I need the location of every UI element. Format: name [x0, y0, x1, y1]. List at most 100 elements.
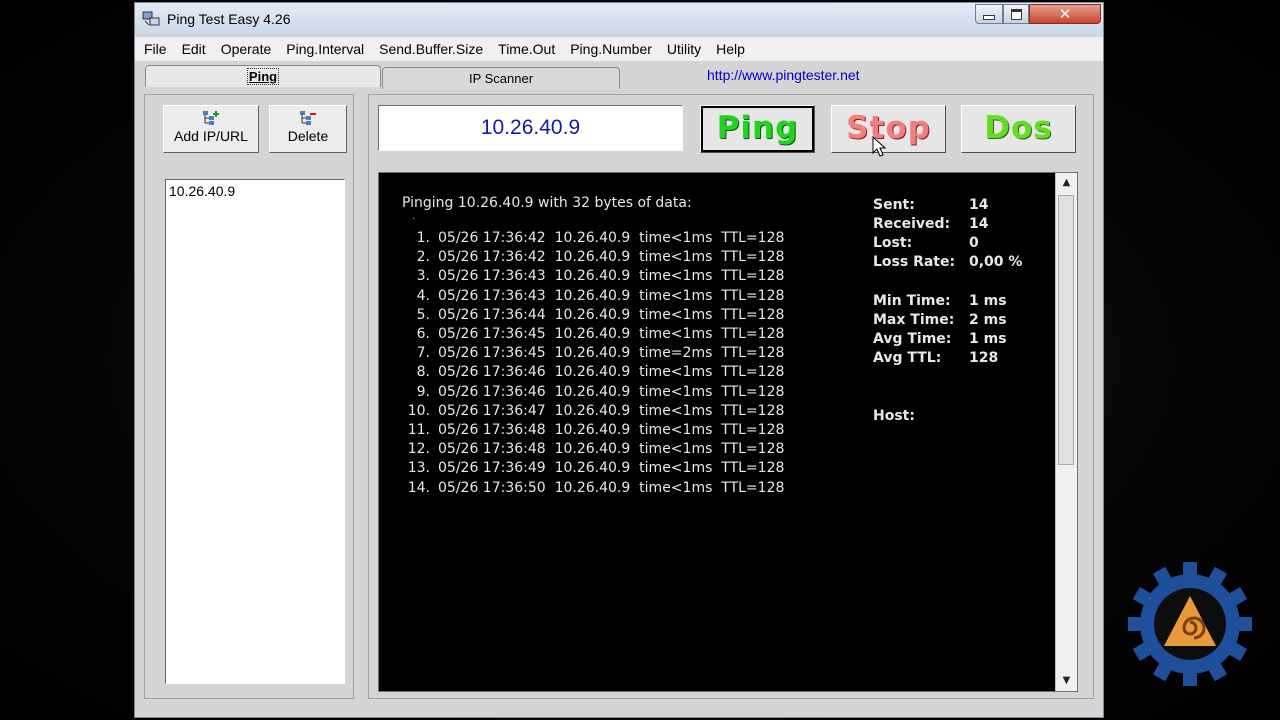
menu-edit[interactable]: Edit — [182, 41, 206, 57]
app-window: Ping Test Easy 4.26 ✕ File Edit Operate … — [134, 2, 1104, 718]
host-label: Host: — [873, 408, 915, 424]
tab-ping-label: Ping — [246, 68, 280, 85]
log-line: 11. 05/26 17:36:48 10.26.40.9 time<1ms TT… — [402, 422, 785, 441]
log-line-text: 05/26 17:36:45 10.26.40.9 time<1ms TTL=1… — [438, 326, 785, 342]
log-line-text: 05/26 17:36:48 10.26.40.9 time<1ms TTL=1… — [438, 422, 785, 438]
log-line: 14. 05/26 17:36:50 10.26.40.9 time<1ms TT… — [402, 479, 785, 499]
log-line: 4. 05/26 17:36:43 10.26.40.9 time<1ms TTL… — [402, 287, 785, 307]
log-line: 10. 05/26 17:36:47 10.26.40.9 time<1ms TT… — [402, 402, 785, 422]
menu-send-buffer-size[interactable]: Send.Buffer.Size — [379, 41, 483, 57]
scroll-down-icon[interactable]: ▼ — [1056, 671, 1077, 691]
min-time-value: 1 ms — [969, 293, 1007, 309]
sent-value: 14 — [969, 197, 989, 213]
log-line-text: 05/26 17:36:48 10.26.40.9 time<1ms TTL=1… — [438, 441, 785, 458]
log-line: 13. 05/26 17:36:49 10.26.40.9 time<1ms TT… — [402, 460, 785, 479]
host-list-panel: Add IP/URL Delete 10.26.40.9 — [144, 94, 354, 699]
log-line-text: 05/26 17:36:44 10.26.40.9 time<1ms TTL=1… — [438, 306, 785, 323]
window-title: Ping Test Easy 4.26 — [167, 11, 291, 27]
log-line-number: 14. — [407, 479, 430, 496]
log-line-text: 05/26 17:36:42 10.26.40.9 time<1ms TTL=1… — [438, 230, 785, 246]
gear-tooth — [1183, 670, 1197, 686]
log-line: 6. 05/26 17:36:45 10.26.40.9 time<1ms TTL… — [402, 326, 785, 345]
close-button[interactable]: ✕ — [1029, 4, 1101, 24]
log-line-number: 7. — [416, 345, 430, 362]
log-line-number: 8. — [416, 364, 430, 381]
scroll-thumb[interactable] — [1058, 195, 1074, 465]
log-line-text: 05/26 17:36:43 10.26.40.9 time<1ms TTL=1… — [438, 287, 785, 304]
tab-ip-scanner[interactable]: IP Scanner — [382, 67, 620, 89]
delete-node-icon — [300, 111, 316, 125]
minimize-button[interactable] — [975, 4, 1003, 24]
menu-file[interactable]: File — [144, 41, 167, 57]
title-bar[interactable]: Ping Test Easy 4.26 ✕ — [135, 3, 1103, 34]
max-time-label: Max Time: — [873, 312, 955, 328]
log-line-number: 2. — [416, 249, 430, 266]
console-scrollbar[interactable]: ▲ ▼ — [1055, 173, 1077, 691]
log-line-number: 4. — [416, 287, 430, 304]
close-icon: ✕ — [1058, 5, 1072, 23]
log-line-number: 12. — [407, 441, 430, 458]
log-line-number: 11. — [407, 422, 430, 438]
add-node-icon — [203, 111, 219, 125]
website-link[interactable]: http://www.pingtester.net — [707, 67, 860, 83]
console-header: Pinging 10.26.40.9 with 32 bytes of data… — [402, 195, 692, 211]
ping-output-console[interactable]: Pinging 10.26.40.9 with 32 bytes of data… — [378, 172, 1078, 692]
maximize-icon — [1010, 8, 1022, 20]
delete-button[interactable]: Delete — [269, 105, 347, 153]
menu-utility[interactable]: Utility — [667, 41, 701, 57]
log-line-text: 05/26 17:36:42 10.26.40.9 time<1ms TTL=1… — [438, 249, 785, 266]
menu-bar: File Edit Operate Ping.Interval Send.Buf… — [135, 37, 1103, 61]
gear-tooth — [1236, 617, 1252, 631]
delete-label: Delete — [287, 128, 329, 144]
log-line: 8. 05/26 17:36:46 10.26.40.9 time<1ms TTL… — [402, 364, 785, 383]
ip-list[interactable]: 10.26.40.9 — [165, 179, 345, 684]
log-line-number: 10. — [407, 402, 430, 419]
list-item[interactable]: 10.26.40.9 — [166, 180, 344, 202]
add-ip-url-button[interactable]: Add IP/URL — [163, 105, 259, 153]
menu-operate[interactable]: Operate — [221, 41, 272, 57]
scroll-up-icon[interactable]: ▲ — [1056, 173, 1077, 193]
log-line-text: 05/26 17:36:50 10.26.40.9 time<1ms TTL=1… — [438, 479, 785, 496]
menu-help[interactable]: Help — [716, 41, 745, 57]
menu-ping-interval[interactable]: Ping.Interval — [286, 41, 364, 57]
log-line-number: 9. — [416, 383, 430, 400]
dos-button[interactable]: Dos — [961, 105, 1076, 153]
minimize-icon — [983, 14, 995, 20]
log-line-text: 05/26 17:36:43 10.26.40.9 time<1ms TTL=1… — [438, 268, 785, 285]
lost-value: 0 — [969, 235, 979, 251]
maximize-button[interactable] — [1003, 4, 1029, 24]
log-line: 5. 05/26 17:36:44 10.26.40.9 time<1ms TTL… — [402, 306, 785, 326]
log-line-number: 13. — [407, 460, 430, 477]
menu-ping-number[interactable]: Ping.Number — [570, 41, 652, 57]
gear-tooth — [1128, 617, 1144, 631]
log-line: 12. 05/26 17:36:48 10.26.40.9 time<1ms TT… — [402, 441, 785, 460]
add-ip-url-label: Add IP/URL — [174, 128, 248, 144]
log-line-text: 05/26 17:36:46 10.26.40.9 time<1ms TTL=1… — [438, 383, 785, 400]
loss-rate-value: 0,00 % — [969, 254, 1023, 270]
menu-time-out[interactable]: Time.Out — [498, 41, 555, 57]
log-line: 1. 05/26 17:36:42 10.26.40.9 time<1ms TTL… — [402, 230, 785, 249]
log-line-text: 05/26 17:36:45 10.26.40.9 time=2ms TTL=1… — [438, 345, 785, 362]
target-ip-field[interactable]: 10.26.40.9 — [378, 105, 683, 151]
received-value: 14 — [969, 216, 989, 232]
console-dot: . — [412, 211, 416, 222]
max-time-value: 2 ms — [969, 312, 1007, 328]
sent-label: Sent: — [873, 197, 915, 213]
log-line: 2. 05/26 17:36:42 10.26.40.9 time<1ms TTL… — [402, 249, 785, 268]
app-network-icon — [142, 11, 160, 26]
log-line: 9. 05/26 17:36:46 10.26.40.9 time<1ms TTL… — [402, 383, 785, 403]
avg-time-label: Avg Time: — [873, 331, 952, 347]
avg-ttl-label: Avg TTL: — [873, 350, 942, 366]
ping-button[interactable]: Ping — [700, 105, 815, 153]
log-line: 3. 05/26 17:36:43 10.26.40.9 time<1ms TTL… — [402, 268, 785, 287]
stop-button[interactable]: Stop — [831, 105, 946, 153]
log-line-number: 3. — [416, 268, 430, 285]
tab-ip-scanner-label: IP Scanner — [468, 71, 534, 86]
min-time-label: Min Time: — [873, 293, 951, 309]
log-line-text: 05/26 17:36:49 10.26.40.9 time<1ms TTL=1… — [438, 460, 785, 477]
log-line-number: 5. — [416, 306, 430, 323]
tab-ping[interactable]: Ping — [145, 65, 381, 87]
loss-rate-label: Loss Rate: — [873, 254, 956, 270]
gear-logo-icon — [1128, 562, 1252, 686]
gear-tooth — [1183, 562, 1197, 578]
